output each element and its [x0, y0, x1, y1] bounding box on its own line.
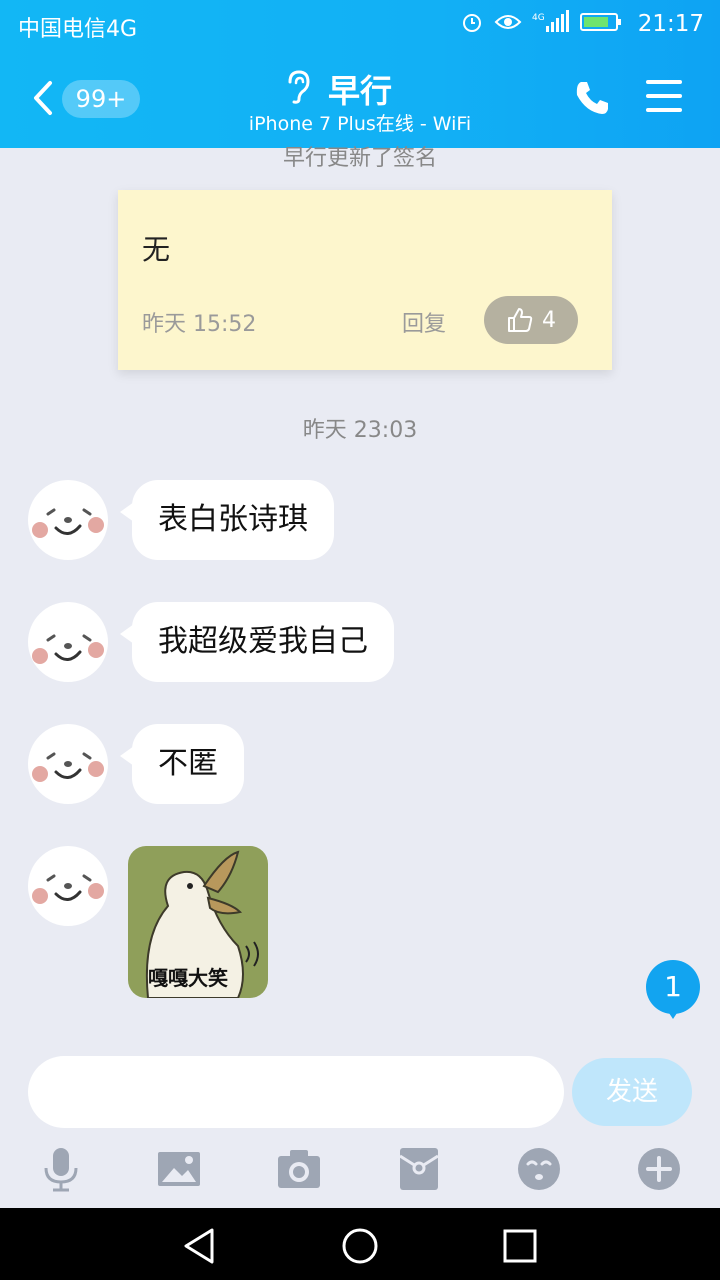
online-status: iPhone 7 Plus在线 - WiFi [248, 113, 472, 135]
like-button[interactable]: 4 [484, 296, 578, 344]
red-packet-icon[interactable] [396, 1146, 442, 1192]
avatar[interactable] [28, 724, 108, 804]
message-bubble[interactable]: 我超级爱我自己 [120, 602, 394, 682]
avatar[interactable] [28, 602, 108, 682]
smiley-face-icon [32, 752, 104, 782]
like-count: 4 [542, 307, 556, 333]
navigation-bar [0, 1208, 720, 1280]
ear-icon [288, 70, 310, 104]
contact-name[interactable]: 早行 [328, 66, 392, 112]
duck-sticker[interactable]: 嘎嘎大笑 [128, 846, 268, 998]
image-icon[interactable] [156, 1146, 202, 1192]
send-button[interactable]: 发送 [572, 1058, 692, 1126]
message-bubble[interactable]: 表白张诗琪 [120, 480, 334, 560]
smiley-face-icon [32, 874, 104, 904]
camera-icon[interactable] [276, 1146, 322, 1192]
message-bubble[interactable]: 不匿 [120, 724, 244, 804]
emoji-icon[interactable] [516, 1146, 562, 1192]
smiley-face-icon [32, 634, 104, 664]
signal-4g-icon: 4G [532, 10, 569, 32]
signature-content: 无 [142, 233, 171, 266]
plus-icon[interactable] [636, 1146, 682, 1192]
thumbs-up-icon [508, 308, 533, 332]
clock: 21:17 [637, 11, 704, 37]
home-nav-icon[interactable] [340, 1226, 380, 1266]
smiley-face-icon [32, 508, 104, 538]
sticker-caption: 嘎嘎大笑 [148, 966, 228, 990]
back-nav-icon[interactable] [180, 1226, 220, 1266]
new-message-indicator[interactable]: 1 [646, 960, 700, 1019]
top-bar: 中国电信4G 4G 21:17 99+ 早行 iPhone 7 Plus在线 -… [0, 0, 720, 148]
status-icons: 4G [460, 10, 622, 34]
signature-time: 昨天 15:52 [142, 312, 257, 337]
status-bar: 中国电信4G 4G 21:17 [0, 0, 720, 50]
reply-button[interactable]: 回复 [402, 306, 446, 338]
mic-icon[interactable] [38, 1146, 84, 1192]
signature-update-notice: 早行更新了签名 [282, 146, 437, 171]
menu-icon[interactable] [646, 80, 682, 114]
signature-card[interactable]: 无 昨天 15:52 回复 4 [118, 190, 612, 370]
chat-timestamp: 昨天 23:03 [302, 418, 418, 443]
avatar[interactable] [28, 480, 108, 560]
battery-icon [580, 13, 621, 31]
alarm-icon [463, 14, 481, 32]
message-input[interactable] [28, 1056, 564, 1128]
avatar[interactable] [28, 846, 108, 926]
carrier-label: 中国电信4G [18, 17, 138, 42]
eye-icon [494, 15, 522, 29]
recents-nav-icon[interactable] [500, 1226, 540, 1266]
svg-text:4G: 4G [532, 13, 545, 23]
phone-icon[interactable] [572, 78, 612, 118]
